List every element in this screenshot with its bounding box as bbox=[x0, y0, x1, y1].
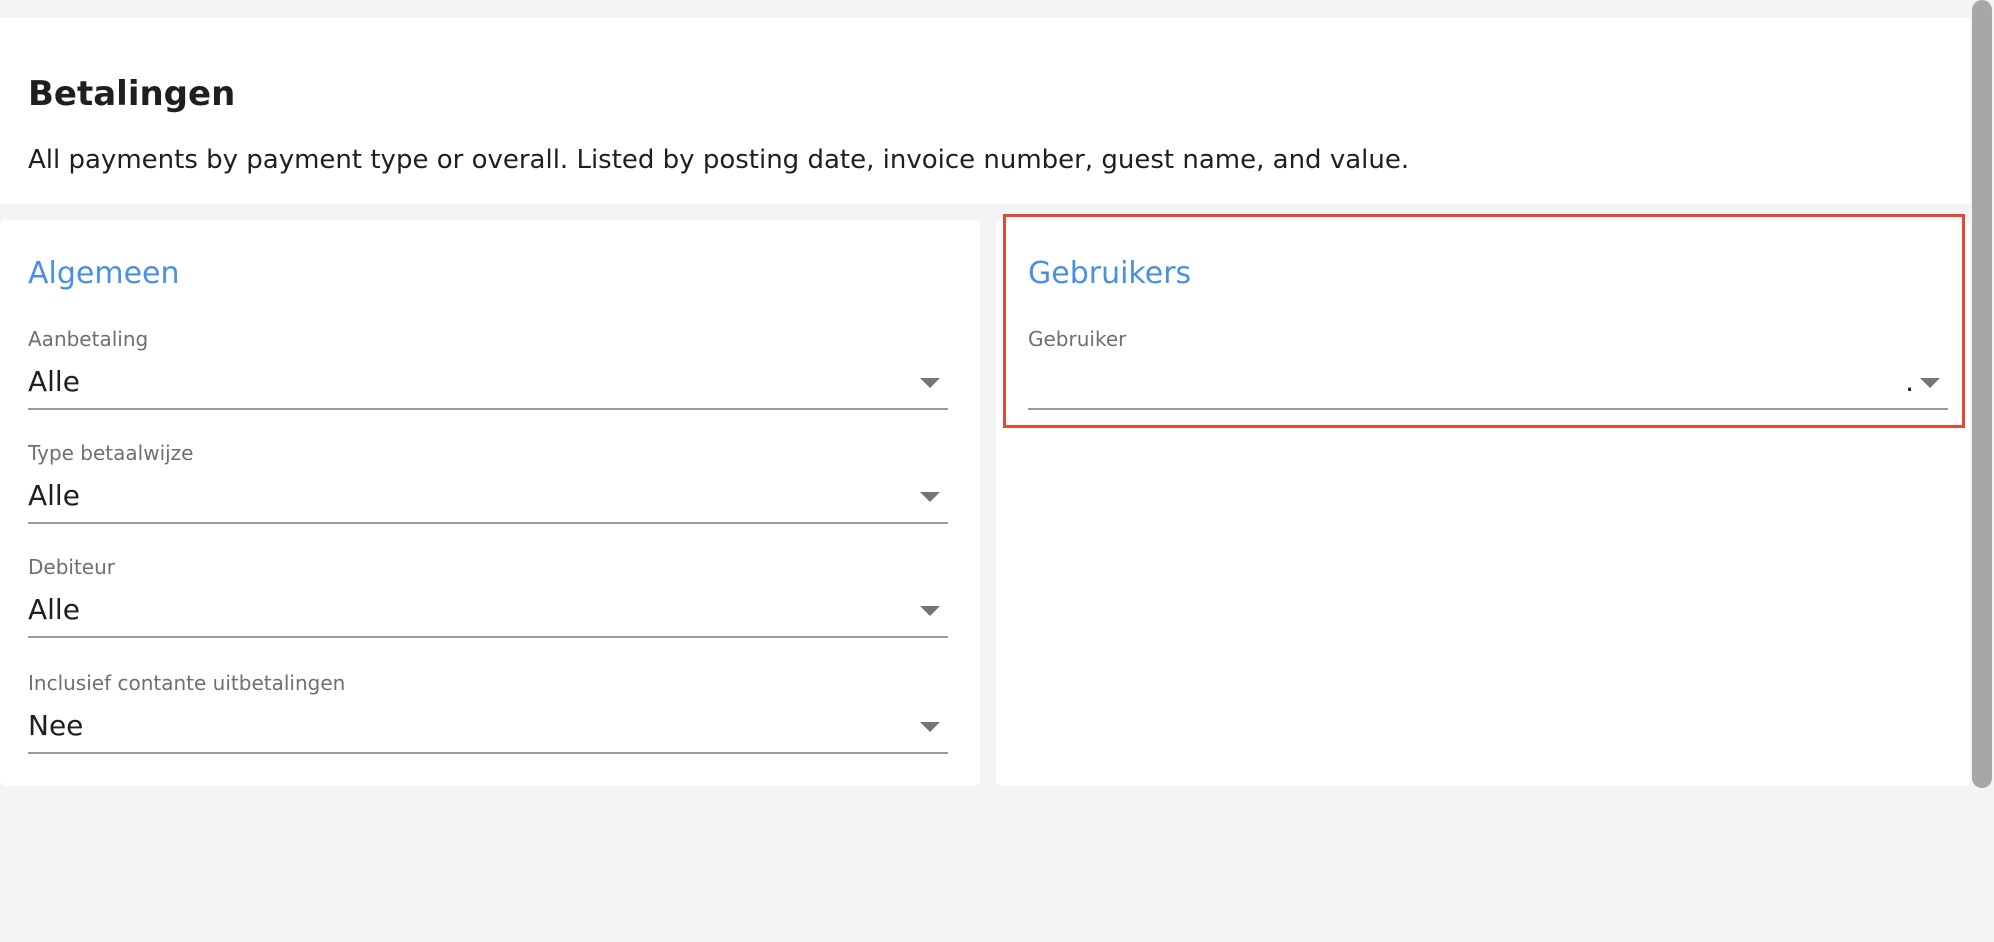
debtor-label: Debiteur bbox=[28, 555, 116, 579]
cash-payouts-label: Inclusief contante uitbetalingen bbox=[28, 671, 346, 695]
page-header: Betalingen All payments by payment type … bbox=[0, 18, 1970, 204]
cash-payouts-field: Inclusief contante uitbetalingen Nee bbox=[28, 670, 948, 758]
payment-type-value: Alle bbox=[28, 479, 80, 512]
general-section-title: Algemeen bbox=[28, 256, 180, 291]
page-description: All payments by payment type or overall.… bbox=[28, 145, 1410, 175]
viewport: Betalingen All payments by payment type … bbox=[0, 0, 1994, 942]
cash-payouts-value: Nee bbox=[28, 709, 84, 742]
chevron-down-icon bbox=[1920, 378, 1940, 388]
chevron-down-icon bbox=[920, 606, 940, 616]
payment-type-select[interactable]: Alle bbox=[28, 472, 948, 524]
payment-type-field: Type betaalwijze Alle bbox=[28, 440, 948, 528]
selection-marker: . bbox=[1905, 365, 1914, 398]
debtor-select[interactable]: Alle bbox=[28, 586, 948, 638]
user-field: Gebruiker . bbox=[1028, 326, 1948, 414]
scrollbar-thumb[interactable] bbox=[1972, 0, 1992, 788]
down-payment-value: Alle bbox=[28, 365, 80, 398]
general-settings-card: Algemeen Aanbetaling Alle Type betaalwij… bbox=[0, 220, 980, 786]
down-payment-field: Aanbetaling Alle bbox=[28, 326, 948, 414]
chevron-down-icon bbox=[920, 722, 940, 732]
cash-payouts-select[interactable]: Nee bbox=[28, 702, 948, 754]
user-select[interactable]: . bbox=[1028, 358, 1948, 410]
page-title: Betalingen bbox=[28, 74, 236, 114]
debtor-field: Debiteur Alle bbox=[28, 554, 948, 642]
users-settings-card: Gebruikers Gebruiker . bbox=[996, 220, 1970, 786]
debtor-value: Alle bbox=[28, 593, 80, 626]
users-section-title: Gebruikers bbox=[1028, 256, 1192, 291]
down-payment-select[interactable]: Alle bbox=[28, 358, 948, 410]
chevron-down-icon bbox=[920, 492, 940, 502]
payment-type-label: Type betaalwijze bbox=[28, 441, 194, 465]
chevron-down-icon bbox=[920, 378, 940, 388]
user-label: Gebruiker bbox=[1028, 327, 1127, 351]
down-payment-label: Aanbetaling bbox=[28, 327, 149, 351]
